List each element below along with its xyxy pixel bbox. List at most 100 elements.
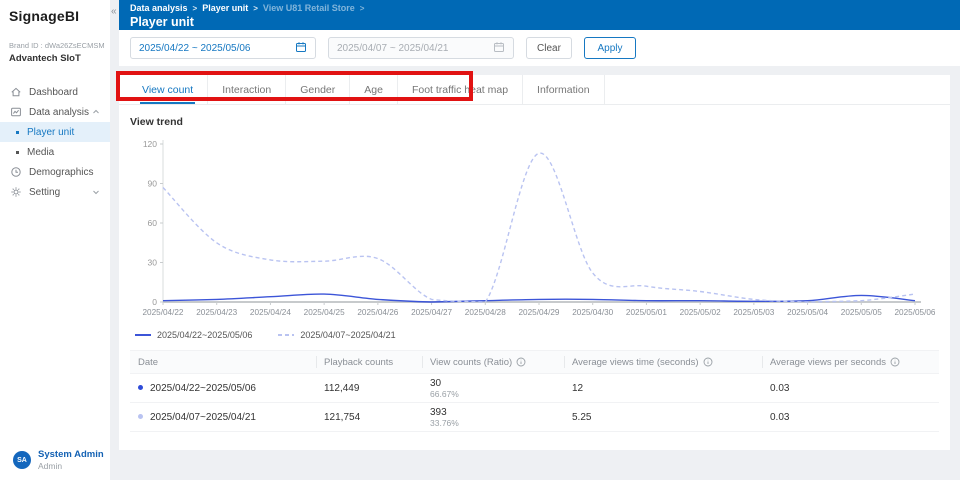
legend-item[interactable]: 2025/04/07~2025/04/21	[278, 330, 395, 340]
svg-text:60: 60	[148, 218, 158, 228]
table-row: 2025/04/07~2025/04/21121,75439333.76%5.2…	[130, 403, 939, 432]
svg-text:2025/04/25: 2025/04/25	[304, 308, 345, 317]
chart-title: View trend	[119, 105, 950, 128]
sidebar-menu: Dashboard Data analysis Player unit Media De…	[0, 82, 110, 202]
breadcrumb-item[interactable]: Data analysis	[130, 3, 188, 13]
brand-name: Advantech SIoT	[9, 53, 110, 64]
clock-icon	[10, 166, 22, 178]
summary-table: DatePlayback countsView counts (Ratio)Av…	[130, 350, 939, 432]
sidebar-item-dashboard[interactable]: Dashboard	[0, 82, 110, 102]
column-label: Average views per seconds	[770, 357, 886, 368]
svg-text:30: 30	[148, 258, 158, 268]
info-icon[interactable]	[890, 357, 900, 367]
column-header-view-counts-ratio-: View counts (Ratio)	[422, 351, 564, 373]
cell-average-views-time: 12	[564, 383, 762, 394]
home-icon	[10, 86, 22, 98]
tab-gender[interactable]: Gender	[286, 75, 350, 104]
info-icon[interactable]	[516, 357, 526, 367]
sidebar: SignageBI Brand ID : dWa26ZsECMSM Advant…	[0, 0, 110, 480]
legend-swatch	[135, 334, 151, 336]
date-range-input-primary[interactable]: 2025/04/22 ~ 2025/05/06	[130, 37, 316, 59]
svg-text:0: 0	[152, 297, 157, 307]
series-dot-icon	[138, 385, 143, 390]
date-range-input-compare[interactable]: 2025/04/07 ~ 2025/04/21	[328, 37, 514, 59]
tab-bar: View countInteractionGenderAgeFoot traff…	[119, 75, 950, 105]
breadcrumb-item: View U81 Retail Store	[263, 3, 355, 13]
apply-button[interactable]: Apply	[584, 37, 636, 59]
svg-text:2025/05/03: 2025/05/03	[733, 308, 774, 317]
column-header-average-views-time-seconds-: Average views time (seconds)	[564, 351, 762, 373]
column-header-date: Date	[130, 351, 316, 373]
breadcrumb-separator: >	[193, 4, 198, 13]
svg-text:2025/04/30: 2025/04/30	[572, 308, 613, 317]
sidebar-item-label: Player unit	[27, 127, 74, 138]
chart-legend: 2025/04/22~2025/05/06 2025/04/07~2025/04/…	[119, 328, 950, 340]
svg-text:2025/04/28: 2025/04/28	[465, 308, 506, 317]
chevron-down-icon	[92, 188, 100, 199]
bullet-icon	[16, 151, 19, 154]
series-line-solid	[163, 294, 915, 302]
sidebar-item-demographics[interactable]: Demographics	[0, 162, 110, 182]
column-label: Playback counts	[324, 357, 393, 368]
user-name: System Admin	[38, 449, 104, 460]
sidebar-item-player-unit[interactable]: Player unit	[0, 122, 110, 142]
cell-playback-counts: 121,754	[316, 412, 422, 423]
chevron-up-icon	[92, 108, 100, 119]
sidebar-item-media[interactable]: Media	[0, 142, 110, 162]
cell-date: 2025/04/07~2025/04/21	[130, 412, 316, 423]
date-range-primary-value: 2025/04/22 ~ 2025/05/06	[139, 43, 251, 54]
gear-icon	[10, 186, 22, 198]
breadcrumb-separator: >	[360, 4, 365, 13]
svg-text:2025/05/05: 2025/05/05	[841, 308, 882, 317]
sidebar-item-label: Setting	[29, 187, 60, 198]
brand-id: Brand ID : dWa26ZsECMSM	[9, 41, 110, 50]
view-trend-chart: 03060901202025/04/222025/04/232025/04/24…	[125, 130, 935, 328]
column-header-average-views-per-seconds: Average views per seconds	[762, 351, 939, 373]
calendar-icon	[493, 41, 505, 56]
svg-text:2025/04/26: 2025/04/26	[357, 308, 398, 317]
app-logo: SignageBI	[0, 0, 110, 24]
calendar-icon	[295, 41, 307, 56]
legend-swatch	[278, 334, 294, 336]
svg-text:120: 120	[143, 139, 157, 149]
chart-area: 03060901202025/04/222025/04/232025/04/24…	[119, 128, 950, 328]
sidebar-item-label: Demographics	[29, 167, 93, 178]
svg-text:2025/05/04: 2025/05/04	[787, 308, 828, 317]
brand-block: Brand ID : dWa26ZsECMSM Advantech SIoT	[0, 24, 110, 64]
tab-age[interactable]: Age	[350, 75, 398, 104]
table-row: 2025/04/22~2025/05/06112,4493066.67%120.…	[130, 374, 939, 403]
legend-item[interactable]: 2025/04/22~2025/05/06	[135, 330, 252, 340]
sidebar-collapse-icon[interactable]: «	[111, 6, 119, 17]
svg-text:2025/04/27: 2025/04/27	[411, 308, 452, 317]
sidebar-item-data-analysis[interactable]: Data analysis	[0, 102, 110, 122]
cell-average-views-per-second: 0.03	[762, 412, 939, 423]
breadcrumb-separator: >	[253, 4, 258, 13]
clear-button[interactable]: Clear	[526, 37, 572, 59]
filter-bar: 2025/04/22 ~ 2025/05/06 2025/04/07 ~ 202…	[119, 30, 960, 66]
date-range-compare-value: 2025/04/07 ~ 2025/04/21	[337, 43, 449, 54]
table-header: DatePlayback countsView counts (Ratio)Av…	[130, 350, 939, 374]
cell-view-counts-ratio: 39333.76%	[422, 407, 564, 428]
cell-playback-counts: 112,449	[316, 383, 422, 394]
tab-foot-traffic-heat-map[interactable]: Foot traffic heat map	[398, 75, 523, 104]
svg-text:2025/05/02: 2025/05/02	[680, 308, 721, 317]
svg-text:2025/05/01: 2025/05/01	[626, 308, 667, 317]
chart-panel-icon	[10, 106, 22, 118]
bullet-icon	[16, 131, 19, 134]
tab-view-count[interactable]: View count	[128, 75, 208, 104]
tab-information[interactable]: Information	[523, 75, 605, 104]
svg-text:2025/04/23: 2025/04/23	[196, 308, 237, 317]
cell-average-views-per-second: 0.03	[762, 383, 939, 394]
avatar: SA	[13, 451, 31, 469]
column-label: Date	[138, 357, 158, 368]
sidebar-item-setting[interactable]: Setting	[0, 182, 110, 202]
series-line-dashed	[163, 153, 915, 302]
breadcrumb-item[interactable]: Player unit	[202, 3, 248, 13]
tab-interaction[interactable]: Interaction	[208, 75, 286, 104]
sidebar-item-label: Data analysis	[29, 107, 89, 118]
sidebar-item-label: Dashboard	[29, 87, 78, 98]
cell-average-views-time: 5.25	[564, 412, 762, 423]
info-icon[interactable]	[703, 357, 713, 367]
svg-text:2025/04/29: 2025/04/29	[519, 308, 560, 317]
user-profile[interactable]: SA System Admin Admin	[13, 449, 104, 471]
